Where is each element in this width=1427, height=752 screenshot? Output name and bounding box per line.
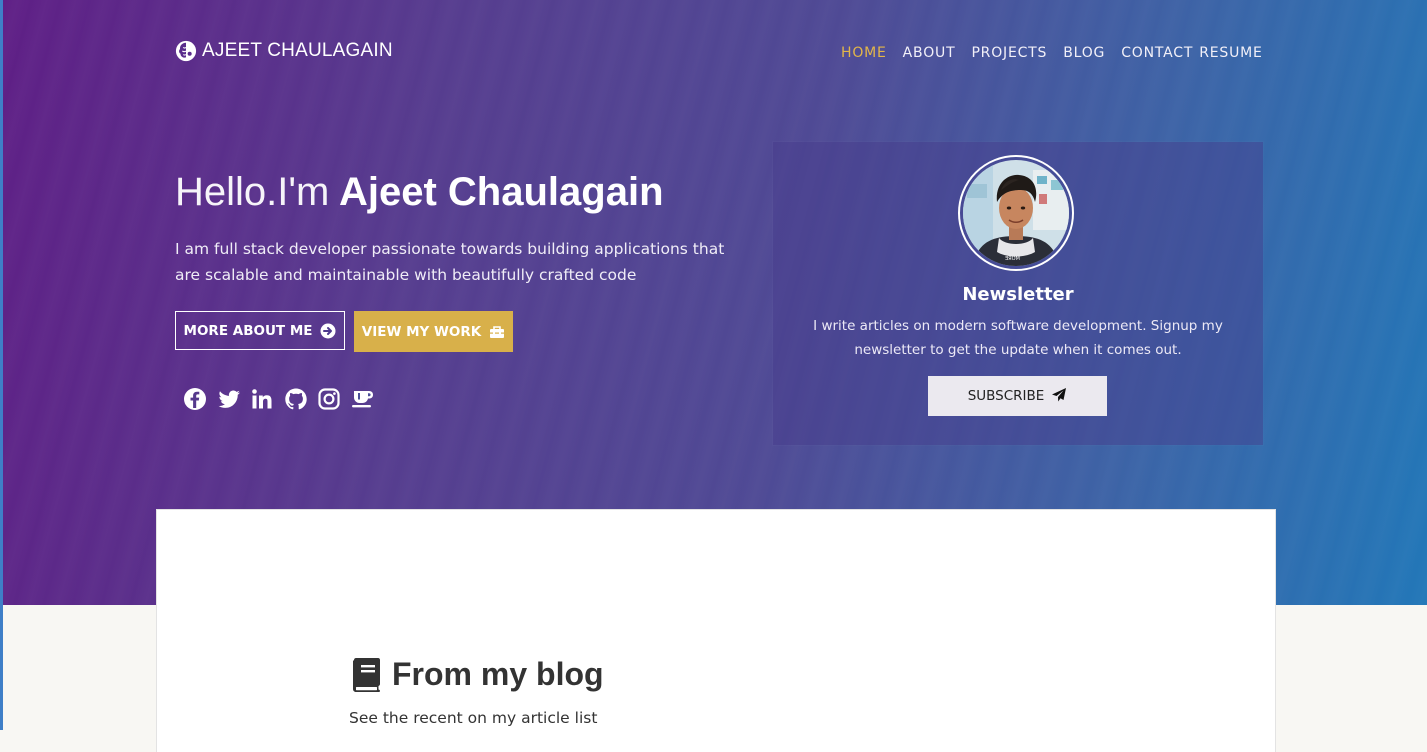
blog-section: From my blog See the recent on my articl… (156, 509, 1276, 752)
profile-photo: ƎЯOM (963, 160, 1069, 266)
view-my-work-label: VIEW MY WORK (361, 323, 482, 340)
avatar: ƎЯOM (958, 155, 1074, 271)
more-about-me-button[interactable]: MORE ABOUT ME (175, 311, 345, 350)
intro-name: Ajeet Chaulagain (338, 170, 664, 214)
newsletter-title: Newsletter (962, 284, 1074, 305)
newsletter-text: I write articles on modern software deve… (813, 318, 1223, 358)
linkedin-icon[interactable] (250, 387, 274, 411)
intro-greeting: Hello.I'm (175, 170, 330, 214)
view-my-work-button[interactable]: VIEW MY WORK (354, 311, 513, 352)
paper-plane-icon (1052, 388, 1067, 402)
brain-logo-icon (175, 40, 197, 62)
github-icon[interactable] (284, 387, 308, 411)
page: AJEET CHAULAGAIN HOME ABOUT PROJECTS BLO… (0, 0, 1427, 752)
book-icon (353, 657, 380, 692)
instagram-icon[interactable] (317, 387, 341, 411)
subscribe-label: SUBSCRIBE (967, 388, 1045, 404)
nav-item-home[interactable]: HOME (841, 45, 887, 61)
newsletter-card: ƎЯOM Newsletter I write articles on mode… (773, 142, 1263, 445)
brand-link[interactable]: AJEET CHAULAGAIN (175, 40, 393, 62)
main-nav: HOME ABOUT PROJECTS BLOG CONTACT RESUME (841, 45, 1263, 61)
nav-item-contact[interactable]: CONTACT (1121, 45, 1193, 61)
intro-description: I am full stack developer passionate tow… (175, 240, 725, 284)
social-links (183, 387, 384, 411)
twitter-icon[interactable] (217, 387, 241, 411)
coffee-icon[interactable] (351, 387, 375, 411)
subscribe-button[interactable]: SUBSCRIBE (928, 376, 1107, 416)
brand-name: AJEET CHAULAGAIN (202, 40, 393, 61)
blog-subtitle: See the recent on my article list (349, 709, 598, 727)
blog-heading-text: From my blog (392, 656, 604, 692)
nav-item-projects[interactable]: PROJECTS (971, 45, 1047, 61)
intro-heading: Hello.I'm Ajeet Chaulagain (175, 170, 664, 215)
facebook-icon[interactable] (183, 387, 207, 411)
more-about-me-label: MORE ABOUT ME (183, 322, 313, 339)
toolbox-icon (490, 325, 505, 338)
arrow-circle-right-icon (320, 323, 336, 338)
nav-item-about[interactable]: ABOUT (903, 45, 956, 61)
nav-item-blog[interactable]: BLOG (1063, 45, 1105, 61)
blog-heading: From my blog (350, 656, 604, 693)
svg-text:ƎЯOM: ƎЯOM (1005, 256, 1020, 262)
nav-item-resume[interactable]: RESUME (1199, 45, 1262, 61)
